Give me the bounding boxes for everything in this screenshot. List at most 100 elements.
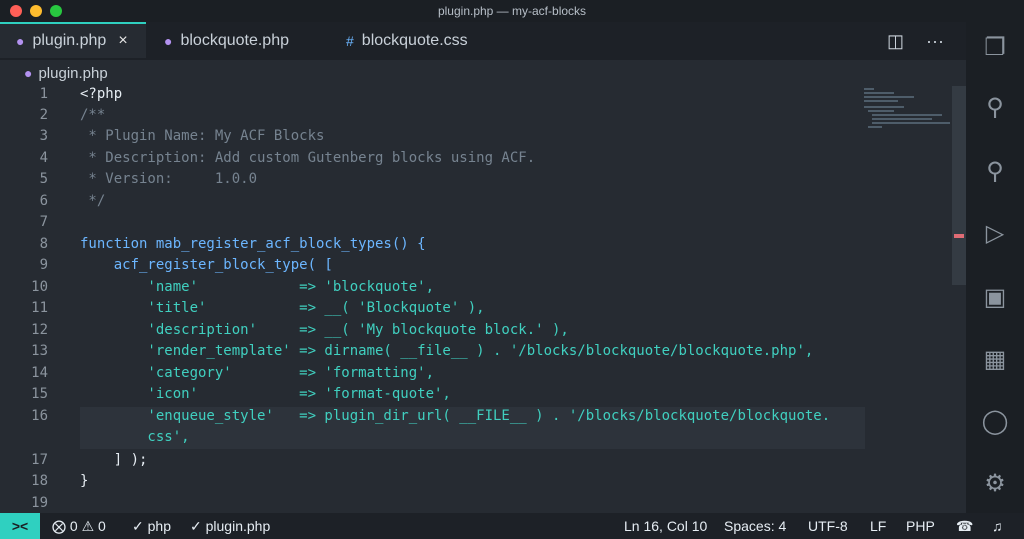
code-line: <?php xyxy=(80,86,123,102)
line-number: 2 xyxy=(39,107,48,123)
run-debug-icon[interactable]: ▷ xyxy=(980,218,1010,248)
scrollbar-marker xyxy=(954,234,964,238)
remote-indicator-icon[interactable]: >< xyxy=(0,513,40,539)
line-number: 14 xyxy=(31,365,48,381)
minimap-row xyxy=(872,118,932,120)
line-number: 9 xyxy=(39,257,48,273)
minimap-row xyxy=(872,114,942,116)
php-status-label: php xyxy=(147,518,171,534)
line-number: 8 xyxy=(39,236,48,252)
split-editor-icon[interactable]: ◫ xyxy=(887,31,904,52)
line-number: 5 xyxy=(39,171,48,187)
minimap[interactable] xyxy=(864,86,950,134)
code-lines: <?php /** * Plugin Name: My ACF Blocks *… xyxy=(80,86,866,513)
line-number: 12 xyxy=(31,322,48,338)
notifications-bell-icon[interactable]: ♫ xyxy=(992,513,1003,539)
code-line: 'description' => __( 'My blockquote bloc… xyxy=(80,322,569,338)
check-icon: ✓ xyxy=(132,517,144,534)
code-line: 'category' => 'formatting', xyxy=(80,365,435,381)
extensions-icon[interactable]: ▦ xyxy=(980,344,1010,374)
code-line: 'render_template' => dirname( __file__ )… xyxy=(80,343,814,359)
code-line: function mab_register_acf_block_types() … xyxy=(80,236,426,252)
code-line: * Description: Add custom Gutenberg bloc… xyxy=(80,150,536,166)
code-line: acf_register_block_type( [ xyxy=(80,257,333,273)
breadcrumb-file[interactable]: plugin.php xyxy=(38,65,107,82)
hash-icon: # xyxy=(346,33,354,49)
line-number: 4 xyxy=(39,150,48,166)
git-icon[interactable]: ◯ xyxy=(980,406,1010,436)
end-of-line[interactable]: LF xyxy=(870,513,886,539)
error-icon: ⨂ xyxy=(52,517,66,534)
more-actions-icon[interactable]: ··· xyxy=(926,31,944,52)
status-bar: >< ⨂ 0 ⚠ 0 ✓ php ✓ plugin.php Ln 16, Col… xyxy=(0,513,1024,539)
code-line: 'icon' => 'format-quote', xyxy=(80,386,451,402)
error-count: 0 xyxy=(69,518,78,534)
source-control-icon[interactable]: ⚲ xyxy=(980,156,1010,186)
code-line: * Plugin Name: My ACF Blocks xyxy=(80,128,325,144)
indentation[interactable]: Spaces: 4 xyxy=(724,513,786,539)
minimap-row xyxy=(872,122,950,124)
activity-bar: ❐ ⚲ ⚲ ▷ ▣ ▦ ◯ ⚙ xyxy=(966,22,1024,513)
line-number: 13 xyxy=(31,343,48,359)
tab-blockquote-css[interactable]: # blockquote.css xyxy=(346,22,468,60)
code-line: 'title' => __( 'Blockquote' ), xyxy=(80,300,485,316)
line-number: 17 xyxy=(31,452,48,468)
line-number: 19 xyxy=(31,495,48,511)
search-icon[interactable]: ⚲ xyxy=(980,92,1010,122)
minimap-row xyxy=(864,92,894,94)
vertical-scrollbar[interactable] xyxy=(952,86,966,285)
tab-label: plugin.php xyxy=(32,32,107,49)
window-title: plugin.php — my-acf-blocks xyxy=(437,4,587,18)
line-number: 10 xyxy=(31,279,48,295)
settings-gear-icon[interactable]: ⚙ xyxy=(980,468,1010,498)
line-number-gutter: 1 2 3 4 5 6 7 8 9 10 11 12 13 14 15 16 1… xyxy=(0,86,62,513)
code-line: ] ); xyxy=(80,452,148,468)
line-number: 6 xyxy=(39,193,48,209)
line-number: 16 xyxy=(31,408,48,424)
code-editor[interactable]: 1 2 3 4 5 6 7 8 9 10 11 12 13 14 15 16 1… xyxy=(0,86,966,513)
code-line: */ xyxy=(80,193,106,209)
warning-icon: ⚠ xyxy=(81,517,95,534)
close-window-button[interactable] xyxy=(10,5,22,17)
breadcrumb: ● plugin.php xyxy=(0,60,966,86)
code-line: * Version: 1.0.0 xyxy=(80,171,258,187)
minimap-row xyxy=(864,106,904,108)
maximize-window-button[interactable] xyxy=(50,5,62,17)
code-line: /** xyxy=(80,107,106,123)
line-number: 11 xyxy=(31,300,48,316)
cursor-position[interactable]: Ln 16, Col 10 xyxy=(624,513,707,539)
window-controls xyxy=(10,5,62,17)
minimap-row xyxy=(864,88,874,90)
remote-explorer-icon[interactable]: ▣ xyxy=(980,282,1010,312)
file-status[interactable]: ✓ plugin.php xyxy=(190,513,270,539)
minimap-row xyxy=(868,110,894,112)
minimap-row xyxy=(864,96,914,98)
tab-label: blockquote.php xyxy=(180,32,289,49)
language-mode[interactable]: PHP xyxy=(906,513,935,539)
file-status-label: plugin.php xyxy=(205,518,271,534)
line-number: 7 xyxy=(39,214,48,230)
tab-blockquote-php[interactable]: ● blockquote.php xyxy=(164,22,289,60)
code-line: 'name' => 'blockquote', xyxy=(80,279,435,295)
php-status[interactable]: ✓ php xyxy=(132,513,171,539)
minimap-row xyxy=(864,100,898,102)
minimize-window-button[interactable] xyxy=(30,5,42,17)
php-elephant-icon: ● xyxy=(16,33,25,49)
php-elephant-icon: ● xyxy=(24,65,33,81)
explorer-icon[interactable]: ❐ xyxy=(980,32,1010,62)
line-number: 15 xyxy=(31,386,48,402)
title-bar: plugin.php — my-acf-blocks xyxy=(0,0,1024,22)
code-line: css', xyxy=(80,429,190,445)
editor-actions: ◫ ··· xyxy=(887,22,966,60)
check-icon: ✓ xyxy=(190,517,202,534)
close-icon[interactable]: × xyxy=(118,32,127,50)
problems-indicator[interactable]: ⨂ 0 ⚠ 0 xyxy=(52,513,106,539)
code-line: 'enqueue_style' => plugin_dir_url( __FIL… xyxy=(80,408,831,424)
line-number: 18 xyxy=(31,473,48,489)
php-elephant-icon: ● xyxy=(164,33,173,49)
editor-tabs: ● plugin.php × ● blockquote.php # blockq… xyxy=(0,22,966,60)
line-number: 3 xyxy=(39,128,48,144)
encoding[interactable]: UTF-8 xyxy=(808,513,848,539)
feedback-icon[interactable]: ☎ xyxy=(956,513,973,539)
tab-plugin-php[interactable]: ● plugin.php × xyxy=(0,22,146,58)
